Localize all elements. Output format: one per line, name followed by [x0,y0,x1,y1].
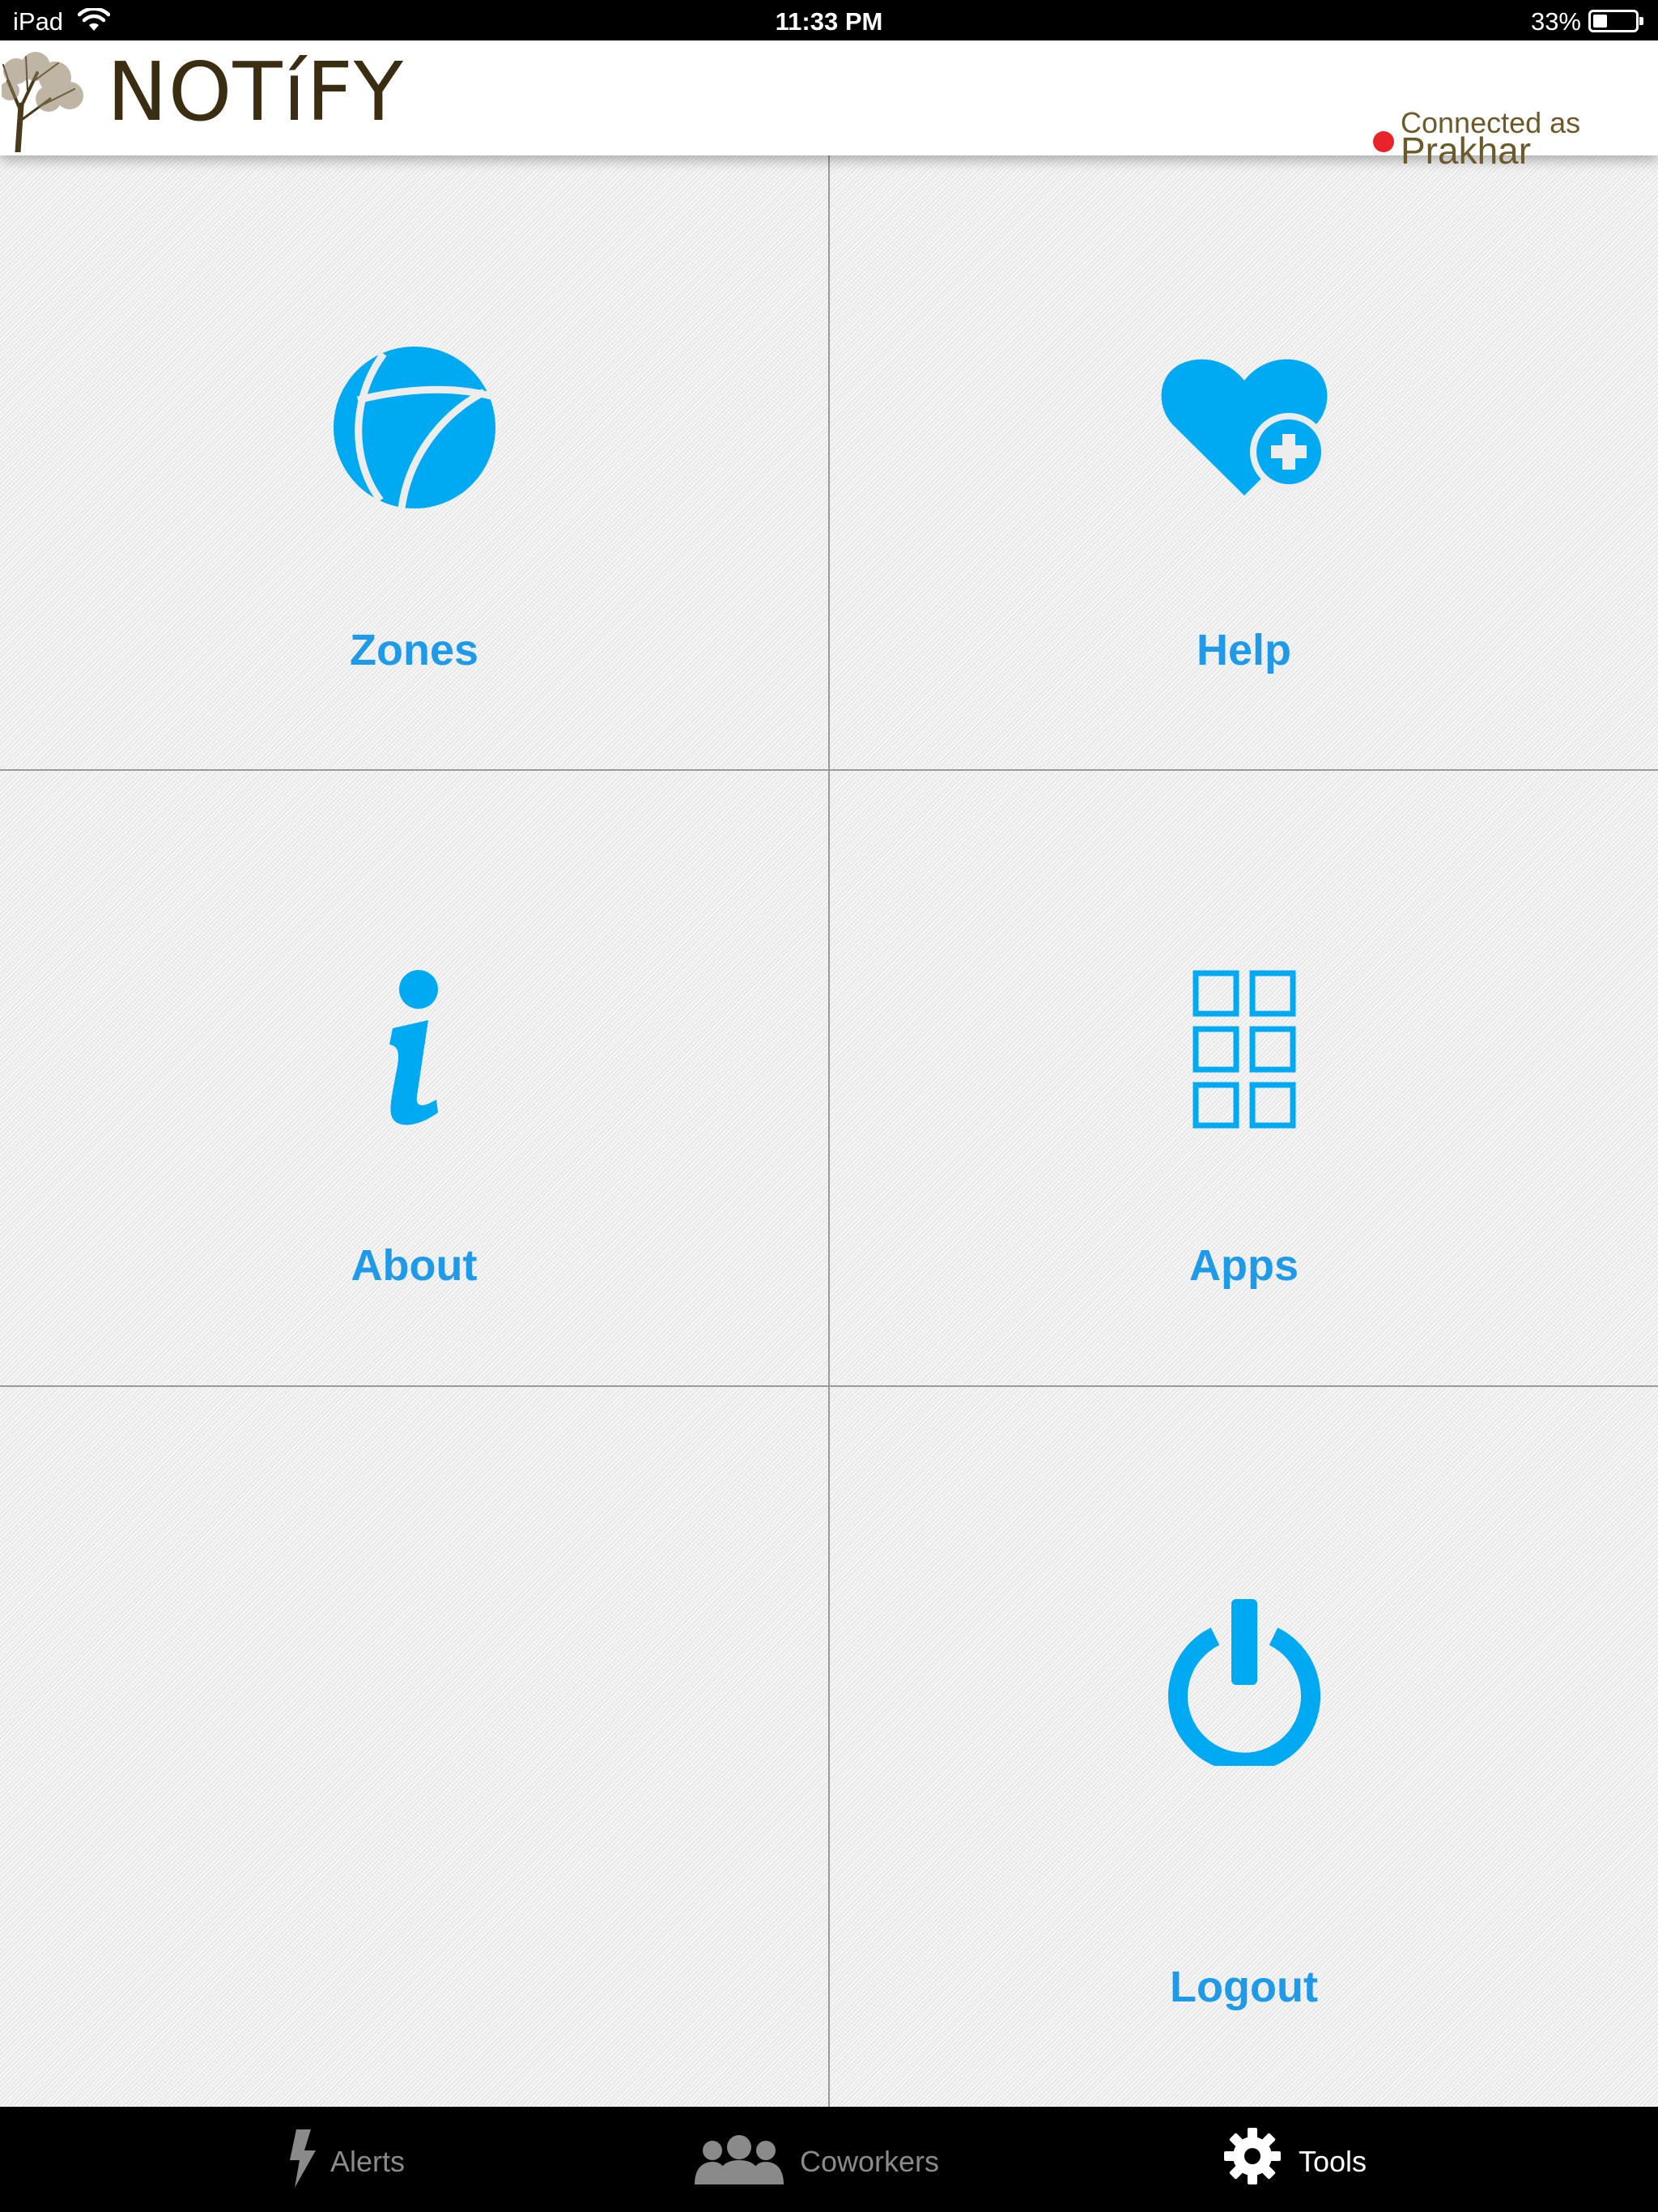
tab-tools-label: Tools [1299,2145,1367,2178]
app-logo: NOTíFY [107,45,404,139]
lightning-icon [290,2129,316,2188]
tab-coworkers-label: Coworkers [800,2145,940,2178]
help-tile[interactable]: Help [830,155,1658,769]
clock: 11:33 PM [775,7,883,36]
heart-plus-icon [1161,359,1328,496]
apps-grid-icon [1192,970,1295,1129]
tree-logo-icon [2,52,83,152]
logout-label: Logout [1170,1963,1318,2011]
logout-tile[interactable]: Logout [830,1387,1658,2107]
about-label: About [351,1241,478,1290]
tab-tools[interactable]: Tools [1224,2107,1426,2212]
power-icon [1167,1599,1320,1766]
empty-tile [0,1387,828,2107]
zones-icon [333,347,495,508]
battery-level [1593,15,1607,28]
tab-alerts-label: Alerts [330,2145,406,2178]
people-icon [695,2135,784,2184]
info-icon [389,970,438,1125]
gear-icon [1224,2128,1281,2184]
zones-label: Zones [349,626,479,674]
tab-alerts[interactable]: Alerts [275,2107,502,2212]
apps-tile[interactable]: Apps [830,771,1658,1385]
tools-grid: Zones Help About Apps Logout [0,155,1658,2107]
tab-coworkers[interactable]: Coworkers [695,2107,962,2212]
battery-icon [1588,10,1643,32]
app-header: NOTíFY Connected as Prakhar [0,40,1658,169]
battery-percent: 33% [1530,7,1581,36]
connection-status-dot [1373,131,1394,152]
apps-label: Apps [1189,1241,1299,1290]
tab-bar: Alerts Coworkers Tools [0,2107,1658,2212]
zones-tile[interactable]: Zones [0,155,828,769]
connected-user-name: Prakhar [1401,130,1532,172]
about-tile[interactable]: About [0,771,828,1385]
help-label: Help [1196,626,1292,674]
status-bar: iPad 11:33 PM 33% [0,0,1658,40]
